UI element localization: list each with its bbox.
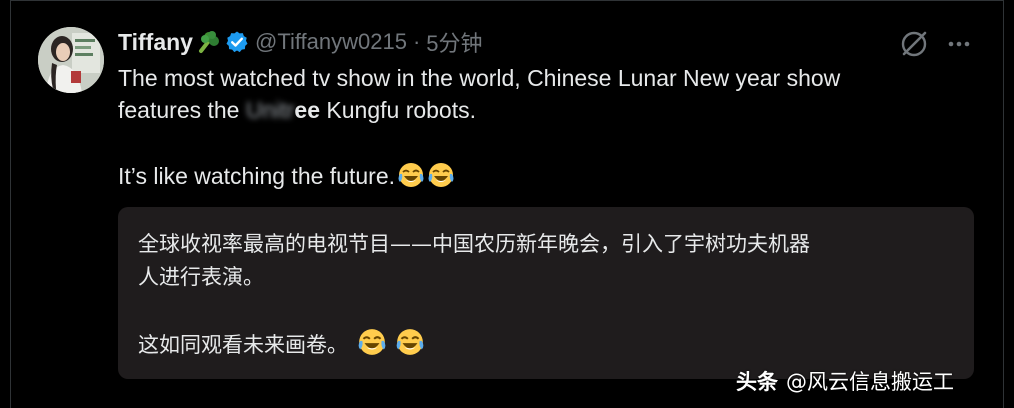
verified-badge-icon[interactable]	[225, 30, 249, 54]
tweet-header: Tiffany @Tiffanyw0215 · 5分钟	[118, 26, 483, 58]
watermark-brand: 头条	[736, 370, 778, 394]
tears-of-joy-emoji-icon	[395, 327, 425, 367]
tweet-line: features the Unitree Kungfu robots.	[118, 94, 958, 126]
display-name[interactable]: Tiffany	[118, 29, 193, 56]
translation-line: 这如同观看未来画卷。	[138, 327, 958, 367]
avatar[interactable]	[38, 27, 104, 93]
tweet-line-2-visible: ee	[294, 97, 321, 123]
tweet-line: The most watched tv show in the world, C…	[118, 62, 958, 94]
tweet-line-3: It’s like watching the future.	[118, 163, 395, 189]
tweet-line-2-suffix: Kungfu robots.	[320, 97, 477, 123]
broccoli-icon	[195, 29, 221, 55]
tweet-line-1: The most watched tv show in the world, C…	[118, 65, 841, 91]
tweet-line-2-prefix: features the	[118, 97, 246, 123]
user-handle[interactable]: @Tiffanyw0215	[255, 29, 407, 55]
top-divider	[10, 0, 1004, 6]
translation-line-2: 人进行表演。	[138, 265, 264, 289]
blurred-brand-text: Unitr	[245, 97, 295, 123]
timestamp[interactable]: 5分钟	[426, 26, 482, 58]
separator-dot: ·	[412, 29, 421, 54]
translation-line-3: 这如同观看未来画卷。	[138, 333, 348, 357]
tears-of-joy-emoji-icon	[357, 327, 387, 367]
tweet-text: The most watched tv show in the world, C…	[118, 62, 958, 197]
tears-of-joy-emoji-icon	[397, 161, 425, 197]
tweet-line: It’s like watching the future.	[118, 160, 958, 197]
watermark-account: @风云信息搬运工	[786, 370, 954, 394]
tears-of-joy-emoji-icon	[427, 161, 455, 197]
watermark: 头条 @风云信息搬运工	[736, 366, 954, 396]
more-options-icon[interactable]	[944, 30, 974, 58]
translation-line-1: 全球收视率最高的电视节目——中国农历新年晚会，引入了宇树功夫机器	[138, 232, 810, 256]
grok-icon[interactable]	[898, 28, 930, 60]
translation-text: 全球收视率最高的电视节目——中国农历新年晚会，引入了宇树功夫机器 人进行表演。 …	[138, 228, 958, 367]
